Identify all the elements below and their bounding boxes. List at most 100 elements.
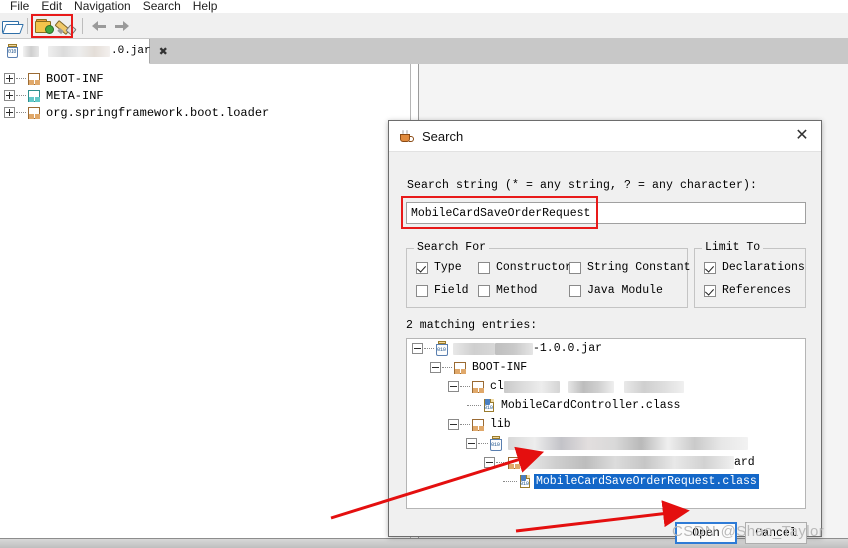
menu-bar: File Edit Navigation Search Help (0, 0, 848, 13)
tree-connector (460, 423, 470, 426)
search-icon (54, 18, 77, 36)
search-dialog: Search ✕ Search string (* = any string, … (388, 120, 822, 544)
expander-icon[interactable] (448, 419, 459, 430)
expander-icon[interactable] (448, 381, 459, 392)
forward-arrow-icon (114, 20, 129, 32)
checkbox-box[interactable] (478, 284, 490, 297)
result-row-mobilecardcontroller[interactable]: 010 MobileCardController.class (407, 396, 805, 415)
result-row-label-wrap (508, 437, 748, 450)
expander-icon[interactable] (4, 73, 15, 84)
result-row-lib[interactable]: lib (407, 415, 805, 434)
back-button[interactable] (88, 15, 110, 37)
result-row-jar-root[interactable]: 010 -1.0.0.jar (407, 339, 805, 358)
result-row-nested-jar[interactable]: 010 (407, 434, 805, 453)
search-button[interactable] (54, 15, 77, 37)
checkbox-java-module[interactable]: Java Module (569, 284, 663, 297)
expander-icon[interactable] (4, 107, 15, 118)
jar-tree-panel: BOOT-INF META-INF org.springframework.bo… (0, 64, 410, 548)
tree-connector (496, 461, 506, 464)
checkbox-label: Constructor (496, 261, 572, 274)
result-row-label: cl (490, 380, 504, 393)
tree-connector (467, 404, 481, 407)
open-folder-button[interactable] (0, 15, 24, 37)
result-row-request-package[interactable]: ard (407, 453, 805, 472)
checkbox-box[interactable] (478, 261, 490, 274)
result-row-boot-inf[interactable]: BOOT-INF (407, 358, 805, 377)
checkbox-box[interactable] (416, 261, 428, 274)
result-row-label: BOOT-INF (472, 361, 528, 374)
expander-icon[interactable] (4, 90, 15, 101)
tree-connector (442, 366, 452, 369)
result-row-label: -1.0.0.jar (533, 342, 603, 355)
checkbox-box[interactable] (569, 261, 581, 274)
checkbox-box[interactable] (569, 284, 581, 297)
checkbox-constructor[interactable]: Constructor (478, 261, 572, 274)
checkbox-references[interactable]: References (704, 284, 791, 297)
search-input-wrapper (406, 202, 806, 224)
tree-node-label: META-INF (46, 88, 104, 103)
result-row-label: ard (734, 456, 755, 469)
class-file-icon: 010 (482, 398, 496, 413)
package-icon (471, 380, 485, 394)
result-row-label: lib (490, 418, 511, 431)
watermark: CSDN @Shao_Taylor (672, 523, 825, 540)
expander-icon[interactable] (466, 438, 477, 449)
open-folder-icon (2, 19, 24, 34)
tab-close-icon[interactable]: ✖ (159, 45, 168, 58)
package-icon (507, 456, 521, 470)
checkbox-label: Java Module (587, 284, 663, 297)
open-jar-icon (35, 18, 54, 34)
tree-connector (478, 442, 488, 445)
limit-to-group: Limit To Declarations References (694, 241, 806, 308)
menu-item-file[interactable]: File (4, 0, 35, 13)
tree-connector (460, 385, 470, 388)
expander-icon[interactable] (484, 457, 495, 468)
checkbox-box[interactable] (416, 284, 428, 297)
tab-strip: 010 .0.jar ✖ (0, 39, 848, 64)
result-row-label: MobileCardController.class (501, 399, 681, 412)
checkbox-label: Method (496, 284, 538, 297)
search-string-label: Search string (* = any string, ? = any c… (407, 179, 758, 192)
menu-item-help[interactable]: Help (187, 0, 224, 13)
checkbox-box[interactable] (704, 284, 716, 297)
tree-connector (16, 94, 26, 97)
checkbox-type[interactable]: Type (416, 261, 462, 274)
tree-connector (16, 77, 26, 80)
package-icon (471, 418, 485, 432)
expander-icon[interactable] (430, 362, 441, 373)
toolbar (0, 13, 848, 39)
jar-icon: 010 (435, 341, 449, 356)
tree-node-label: BOOT-INF (46, 71, 104, 86)
checkbox-field[interactable]: Field (416, 284, 469, 297)
result-row-label-selected: MobileCardSaveOrderRequest.class (534, 474, 759, 489)
checkbox-declarations[interactable]: Declarations (704, 261, 805, 274)
forward-button[interactable] (110, 15, 132, 37)
tree-node-spring-loader[interactable]: org.springframework.boot.loader (4, 104, 409, 121)
menu-item-navigation[interactable]: Navigation (68, 0, 137, 13)
checkbox-string-constant[interactable]: String Constant (569, 261, 691, 274)
checkbox-label: Field (434, 284, 469, 297)
open-jar-button[interactable] (33, 15, 55, 37)
tab-label: .0.jar (23, 45, 151, 57)
result-row-classes-package[interactable]: cl (407, 377, 805, 396)
tab-label-suffix: .0.jar (111, 45, 151, 57)
dialog-title: Search (422, 128, 464, 144)
tree-node-label: org.springframework.boot.loader (46, 105, 270, 120)
expander-icon[interactable] (412, 343, 423, 354)
checkbox-box[interactable] (704, 261, 716, 274)
matching-entries-label: 2 matching entries: (406, 319, 538, 332)
checkbox-method[interactable]: Method (478, 284, 537, 297)
tree-node-meta-inf[interactable]: META-INF (4, 87, 409, 104)
tree-node-boot-inf[interactable]: BOOT-INF (4, 70, 409, 87)
search-for-group: Search For Type Constructor String Const… (406, 241, 691, 308)
result-row-mobilecardsaveorderrequest[interactable]: 010 MobileCardSaveOrderRequest.class (407, 472, 805, 491)
menu-item-search[interactable]: Search (137, 0, 187, 13)
menu-item-edit[interactable]: Edit (35, 0, 68, 13)
tab-jar-file[interactable]: 010 .0.jar ✖ (0, 39, 168, 64)
search-input[interactable] (406, 202, 806, 224)
package-icon (453, 361, 467, 375)
close-icon[interactable]: ✕ (791, 125, 813, 147)
results-tree[interactable]: 010 -1.0.0.jar BOOT-INF cl 010 MobileCar… (406, 338, 806, 509)
back-arrow-icon (91, 20, 107, 32)
package-icon (27, 72, 41, 86)
